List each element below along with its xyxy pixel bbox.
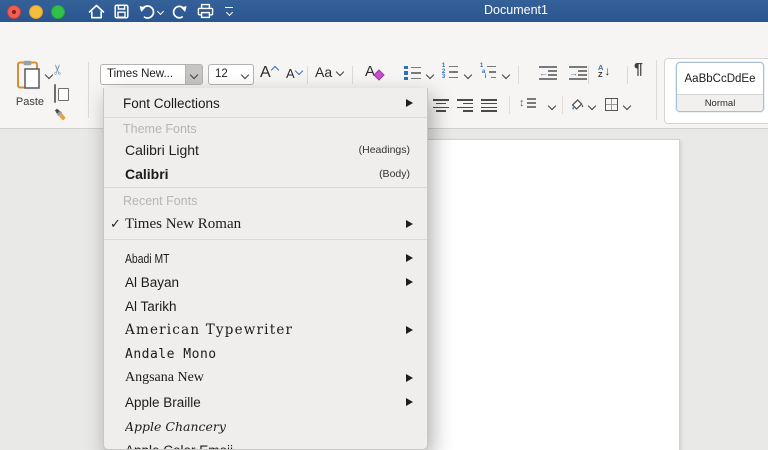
print-icon[interactable]: [197, 3, 214, 19]
font-menu-item[interactable]: ✓ Apple Color Emoji: [104, 438, 427, 450]
font-menu-item[interactable]: ✓ Font Collections: [104, 90, 427, 116]
font-menu-item[interactable]: ✓ American Typewriter: [104, 318, 427, 342]
font-menu-item[interactable]: ✓ Andale Mono: [104, 342, 427, 366]
redo-icon[interactable]: [172, 4, 188, 19]
paste-clipboard-icon: [16, 60, 42, 90]
style-normal-card[interactable]: AaBbCcDdEe Normal: [676, 62, 764, 112]
paste-label[interactable]: Paste: [8, 96, 52, 108]
font-size-dropdown-icon[interactable]: [237, 65, 253, 84]
borders-icon[interactable]: [605, 98, 618, 111]
font-menu-item[interactable]: ✓ Calibri Light (Headings): [104, 138, 427, 162]
font-menu-item[interactable]: ✓: [104, 187, 427, 188]
home-icon[interactable]: [88, 4, 105, 19]
justify-icon[interactable]: [481, 99, 497, 112]
align-center-icon[interactable]: [433, 99, 449, 112]
cut-scissors-icon[interactable]: ✂: [49, 64, 66, 76]
font-menu-item[interactable]: ✓: [104, 117, 427, 118]
close-button[interactable]: [7, 5, 21, 19]
submenu-arrow-icon: [406, 278, 413, 286]
font-menu-item[interactable]: ✓ Abadi MT: [104, 246, 427, 270]
submenu-arrow-icon: [406, 326, 413, 334]
titlebar: Document1: [0, 0, 768, 22]
line-spacing-dropdown-icon[interactable]: [548, 102, 556, 110]
numbered-list-icon[interactable]: 1 2 3: [441, 65, 458, 79]
word-window: Document1 Paste ✂ Times New... 12: [0, 0, 768, 450]
font-menu-item[interactable]: ✓ Al Tarikh: [104, 294, 427, 318]
bullet-list-dropdown-icon[interactable]: [426, 71, 434, 79]
shading-bucket-icon[interactable]: [570, 97, 585, 117]
submenu-arrow-icon: [406, 398, 413, 406]
submenu-arrow-icon: [406, 254, 413, 262]
submenu-arrow-icon: [406, 99, 413, 107]
font-menu-item[interactable]: ✓ Angsana New: [104, 366, 427, 390]
copy-icon[interactable]: [54, 84, 56, 103]
pilcrow-icon[interactable]: ¶: [634, 61, 643, 79]
eraser-icon: [373, 69, 384, 80]
zoom-button[interactable]: [51, 5, 65, 19]
font-menu-item[interactable]: ✓ Apple Braille: [104, 390, 427, 414]
customize-toolbar-icon[interactable]: [225, 7, 233, 16]
shading-dropdown-icon[interactable]: [588, 102, 596, 110]
font-size-combo[interactable]: 12: [208, 64, 254, 85]
font-menu-item[interactable]: ✓ Calibri (Body): [104, 162, 427, 186]
undo-dropdown-icon[interactable]: [157, 7, 164, 14]
paste-button[interactable]: [16, 60, 42, 95]
font-dropdown-menu: ✓ Font Collections ✓ ✓ Theme Fonts ✓ Cal…: [103, 88, 428, 450]
submenu-arrow-icon: [406, 220, 413, 228]
multilevel-list-icon[interactable]: 1 a i: [479, 65, 496, 79]
checkmark-icon: ✓: [110, 216, 121, 232]
style-preview-text: AaBbCcDdEe: [677, 63, 763, 94]
font-menu-item[interactable]: ✓ Apple Chancery: [104, 414, 427, 438]
font-menu-item[interactable]: ✓ Al Bayan: [104, 270, 427, 294]
shrink-font-button[interactable]: A: [286, 66, 302, 81]
traffic-lights: [7, 5, 65, 19]
grow-font-button[interactable]: A: [260, 64, 278, 82]
change-case-button[interactable]: Aa: [315, 64, 343, 80]
bullet-list-icon[interactable]: [404, 66, 421, 80]
borders-dropdown-icon[interactable]: [623, 102, 631, 110]
submenu-arrow-icon: [406, 374, 413, 382]
ribbon-tab-bar: [0, 22, 768, 56]
font-name-value: Times New...: [101, 65, 185, 84]
font-menu-item[interactable]: ✓ Theme Fonts: [104, 120, 427, 138]
font-name-combo[interactable]: Times New...: [100, 64, 203, 85]
sort-icon[interactable]: AZ ↓: [598, 64, 610, 78]
font-name-dropdown-icon[interactable]: [185, 65, 202, 84]
font-size-value: 12: [209, 65, 237, 84]
format-painter-icon[interactable]: [51, 106, 68, 128]
document-page[interactable]: [420, 139, 680, 450]
style-name-label: Normal: [677, 94, 763, 111]
document-title: Document1: [484, 3, 548, 17]
save-icon[interactable]: [114, 4, 129, 19]
clear-formatting-button[interactable]: A: [365, 63, 375, 80]
undo-icon[interactable]: [138, 4, 163, 19]
numbered-list-dropdown-icon[interactable]: [464, 71, 472, 79]
font-menu-item[interactable]: ✓ Times New Roman: [104, 210, 427, 238]
line-spacing-icon[interactable]: ↕: [519, 97, 536, 109]
font-menu-item[interactable]: ✓: [104, 239, 427, 240]
align-right-icon[interactable]: [457, 99, 473, 112]
font-menu-item[interactable]: ✓ Recent Fonts: [104, 192, 427, 210]
multilevel-list-dropdown-icon[interactable]: [502, 71, 510, 79]
minimize-button[interactable]: [29, 5, 43, 19]
